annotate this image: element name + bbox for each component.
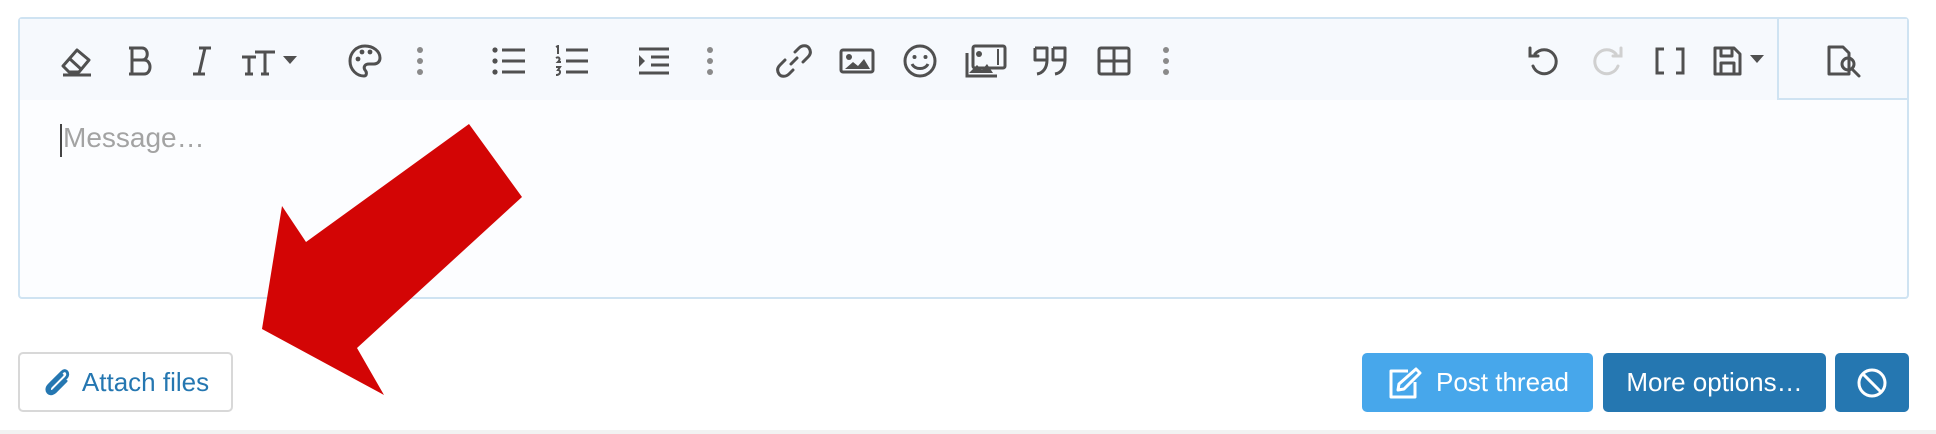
drafts-icon	[1713, 46, 1764, 76]
font-size-icon	[242, 50, 297, 76]
redo-button[interactable]	[1585, 41, 1629, 81]
cancel-icon	[1857, 368, 1887, 397]
bulleted-list-icon	[492, 47, 525, 75]
italic-icon	[193, 46, 211, 76]
message-input[interactable]: Message…	[20, 100, 1907, 297]
more-insert-options-button[interactable]	[1146, 41, 1186, 81]
message-editor: Message…	[18, 17, 1909, 299]
bold-icon	[129, 46, 152, 76]
post-thread-label: Post thread	[1436, 367, 1569, 397]
insert-link-button[interactable]	[772, 41, 816, 81]
more-insert-options-icon	[1163, 47, 1169, 75]
font-size-button[interactable]	[238, 41, 302, 81]
preview-icon	[1827, 45, 1861, 78]
insert-emoji-button[interactable]	[898, 41, 942, 81]
insert-quote-icon	[1033, 46, 1067, 76]
message-placeholder: Message…	[63, 122, 205, 153]
more-paragraph-options-button[interactable]	[690, 41, 730, 81]
attach-files-label: Attach files	[81, 366, 210, 397]
indent-button[interactable]	[632, 41, 676, 81]
numbered-list-button[interactable]	[550, 41, 594, 81]
italic-button[interactable]	[180, 41, 224, 81]
insert-quote-button[interactable]	[1028, 41, 1072, 81]
toggle-bbcode-icon	[1655, 47, 1685, 75]
insert-image-button[interactable]	[835, 41, 879, 81]
insert-link-icon	[776, 44, 812, 78]
post-thread-button[interactable]: Post thread	[1362, 353, 1593, 412]
numbered-list-icon	[555, 45, 588, 76]
more-options-label: More options…	[1626, 367, 1803, 397]
attach-files-button[interactable]: Attach files	[18, 352, 233, 412]
undo-icon	[1528, 46, 1558, 76]
paperclip-icon	[45, 369, 70, 396]
cancel-button[interactable]	[1835, 353, 1909, 412]
insert-image-icon	[839, 48, 875, 74]
bulleted-list-button[interactable]	[487, 41, 531, 81]
preview-button[interactable]	[1822, 41, 1866, 81]
clear-formatting-button[interactable]	[55, 41, 99, 81]
text-color-icon	[348, 44, 382, 78]
clear-formatting-icon	[61, 48, 91, 77]
insert-table-button[interactable]	[1092, 41, 1136, 81]
more-options-button[interactable]: More options…	[1603, 353, 1826, 412]
page-footer-strip	[0, 430, 1936, 434]
indent-icon	[639, 47, 669, 75]
text-caret	[60, 124, 62, 157]
insert-media-icon	[965, 44, 1007, 78]
drafts-button[interactable]	[1712, 41, 1768, 81]
editor-toolbar	[20, 19, 1777, 100]
redo-icon	[1593, 46, 1623, 76]
insert-media-button[interactable]	[961, 41, 1009, 81]
more-paragraph-options-icon	[707, 47, 713, 75]
undo-button[interactable]	[1522, 41, 1566, 81]
insert-table-icon	[1097, 46, 1131, 76]
more-text-options-icon	[417, 47, 423, 75]
edit-icon	[1389, 367, 1422, 398]
bold-button[interactable]	[118, 41, 162, 81]
insert-emoji-icon	[903, 44, 937, 78]
more-text-options-button[interactable]	[400, 41, 440, 81]
preview-toggle-area	[1777, 19, 1907, 100]
toggle-bbcode-button[interactable]	[1648, 41, 1692, 81]
text-color-button[interactable]	[343, 41, 387, 81]
